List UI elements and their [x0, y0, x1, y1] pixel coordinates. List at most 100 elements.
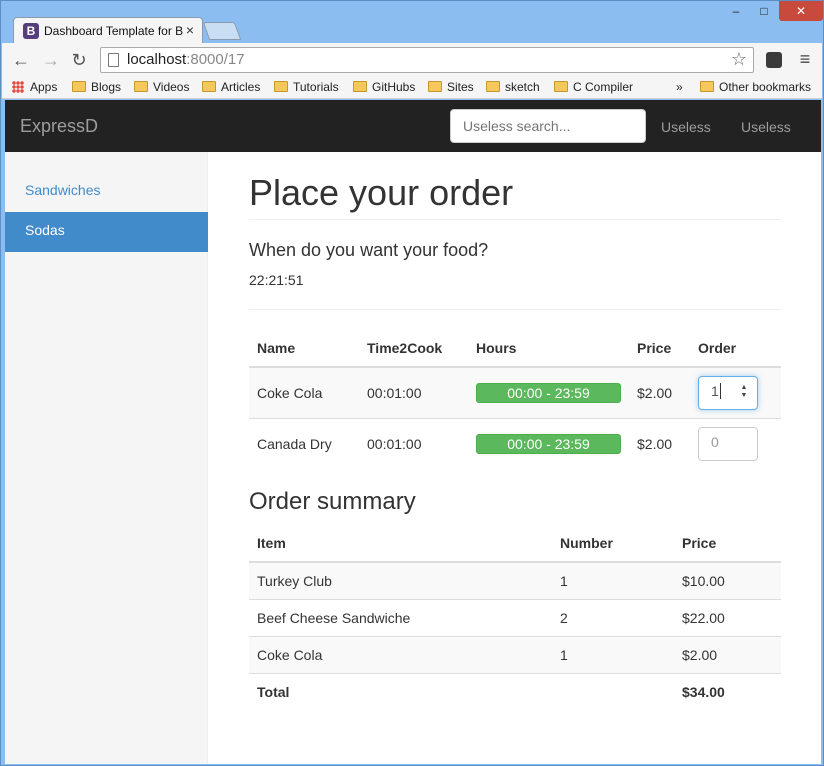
table-row: Coke Cola 1 $2.00 [249, 635, 781, 673]
forward-arrow-icon[interactable]: → [40, 49, 62, 71]
bookmark-other[interactable]: Other bookmarks [700, 80, 811, 94]
item-time2cook: 00:01:00 [359, 366, 468, 418]
order-quantity-placeholder: 0 [711, 433, 719, 450]
address-bar[interactable]: localhost:8000/17 ☆ [100, 47, 754, 73]
bookmark-apps[interactable]: Apps [12, 80, 57, 94]
bookmark-githubs[interactable]: GitHubs [353, 80, 415, 94]
chrome-menu-icon[interactable]: ≡ [797, 50, 813, 68]
folder-icon [554, 81, 568, 92]
page-title: Place your order [249, 172, 514, 213]
browser-window: B Dashboard Template for B × ‒ □ ✕ ← → ↻… [0, 0, 824, 766]
hours-cell: 00:00 - 23:59 [468, 417, 629, 469]
reload-icon[interactable]: ↻ [68, 49, 90, 71]
tab-title: Dashboard Template for B [44, 24, 184, 38]
bookmark-tutorials[interactable]: Tutorials [274, 80, 339, 94]
summary-price: $2.00 [674, 635, 781, 673]
title-divider [249, 219, 781, 220]
minimize-icon[interactable]: ‒ [723, 1, 749, 21]
order-cell: 0 [690, 417, 781, 469]
time-question: When do you want your food? [249, 240, 489, 260]
order-quantity-value: 1 [711, 382, 719, 399]
summary-price: $10.00 [674, 561, 781, 599]
summary-title: Order summary [249, 488, 416, 515]
order-quantity-input[interactable]: 0 [698, 426, 758, 461]
extension-icon[interactable] [766, 52, 782, 68]
hours-cell: 00:00 - 23:59 [468, 366, 629, 418]
bookmarks-bar: Apps Blogs Videos Articles Tutorials Git… [2, 77, 822, 99]
total-price: $34.00 [674, 672, 781, 710]
more-bookmarks-chevron[interactable]: » [676, 80, 683, 94]
apps-grid-icon [12, 81, 24, 93]
sidebar-item-sandwiches[interactable]: Sandwiches [5, 172, 208, 212]
sidebar: Sandwiches Sodas [5, 152, 208, 764]
sidebar-item-sodas[interactable]: Sodas [5, 212, 208, 252]
item-name: Canada Dry [249, 417, 359, 469]
hours-badge: 00:00 - 23:59 [476, 382, 621, 403]
summary-table: Item Number Price Turkey Club 1 $10.00 B… [249, 525, 781, 710]
summary-number: 1 [552, 635, 674, 673]
summary-price: $22.00 [674, 598, 781, 636]
column-header-name: Name [249, 330, 359, 368]
column-header-item: Item [249, 525, 552, 563]
order-cell: 1 ▲ ▼ [690, 366, 781, 418]
bookmark-sketch[interactable]: sketch [486, 80, 540, 94]
page-icon [108, 53, 119, 67]
new-tab-button[interactable] [202, 22, 242, 40]
folder-icon [428, 81, 442, 92]
browser-tab[interactable]: B Dashboard Template for B × [13, 17, 203, 43]
column-header-price: Price [674, 525, 781, 563]
total-number-empty [552, 672, 674, 710]
nav-link-useless-1[interactable]: Useless [661, 119, 711, 135]
table-row: Turkey Club 1 $10.00 [249, 561, 781, 599]
time-value: 22:21:51 [249, 272, 304, 288]
folder-icon [72, 81, 86, 92]
item-price: $2.00 [629, 366, 690, 418]
table-row: Beef Cheese Sandwiche 2 $22.00 [249, 598, 781, 636]
title-bar: B Dashboard Template for B × ‒ □ ✕ [1, 1, 823, 43]
summary-item: Turkey Club [249, 561, 552, 599]
bookmark-videos[interactable]: Videos [134, 80, 189, 94]
bookmark-articles[interactable]: Articles [202, 80, 260, 94]
column-header-number: Number [552, 525, 674, 563]
bookmark-c-compiler[interactable]: C Compiler [554, 80, 633, 94]
bookmark-star-icon[interactable]: ☆ [731, 49, 747, 70]
tab-close-icon[interactable]: × [186, 22, 194, 38]
bookmark-sites[interactable]: Sites [428, 80, 474, 94]
back-arrow-icon[interactable]: ← [10, 49, 32, 71]
summary-number: 2 [552, 598, 674, 636]
web-page: ExpressD Useless Useless Sandwiches Soda… [5, 100, 821, 764]
nav-link-useless-2[interactable]: Useless [741, 119, 791, 135]
order-quantity-stepper[interactable]: 1 ▲ ▼ [698, 375, 758, 410]
folder-icon [700, 81, 714, 92]
summary-item: Coke Cola [249, 635, 552, 673]
window-close-icon[interactable]: ✕ [779, 1, 823, 21]
maximize-icon[interactable]: □ [751, 1, 777, 21]
search-input[interactable] [450, 109, 646, 143]
bookmark-blogs[interactable]: Blogs [72, 80, 121, 94]
column-header-price: Price [629, 330, 690, 368]
navbar-brand[interactable]: ExpressD [20, 116, 98, 137]
folder-icon [486, 81, 500, 92]
table-row: Canada Dry 00:01:00 00:00 - 23:59 $2.00 … [249, 417, 781, 469]
item-time2cook: 00:01:00 [359, 417, 468, 469]
stepper-arrows-icon[interactable]: ▲ ▼ [737, 384, 751, 402]
total-label: Total [249, 672, 552, 710]
order-table: Name Time2Cook Hours Price Order Coke Co… [249, 330, 781, 469]
browser-toolbar: ← → ↻ localhost:8000/17 ☆ ≡ [2, 43, 822, 77]
folder-icon [134, 81, 148, 92]
summary-item: Beef Cheese Sandwiche [249, 598, 552, 636]
item-price: $2.00 [629, 417, 690, 469]
summary-number: 1 [552, 561, 674, 599]
folder-icon [274, 81, 288, 92]
folder-icon [353, 81, 367, 92]
column-header-time2cook: Time2Cook [359, 330, 468, 368]
hours-badge: 00:00 - 23:59 [476, 433, 621, 454]
folder-icon [202, 81, 216, 92]
column-header-hours: Hours [468, 330, 629, 368]
column-header-order: Order [690, 330, 781, 368]
bootstrap-favicon-icon: B [23, 23, 39, 39]
section-divider [249, 309, 781, 310]
table-row: Coke Cola 00:01:00 00:00 - 23:59 $2.00 1… [249, 366, 781, 418]
total-row: Total $34.00 [249, 672, 781, 710]
top-navbar: ExpressD Useless Useless [5, 100, 821, 152]
